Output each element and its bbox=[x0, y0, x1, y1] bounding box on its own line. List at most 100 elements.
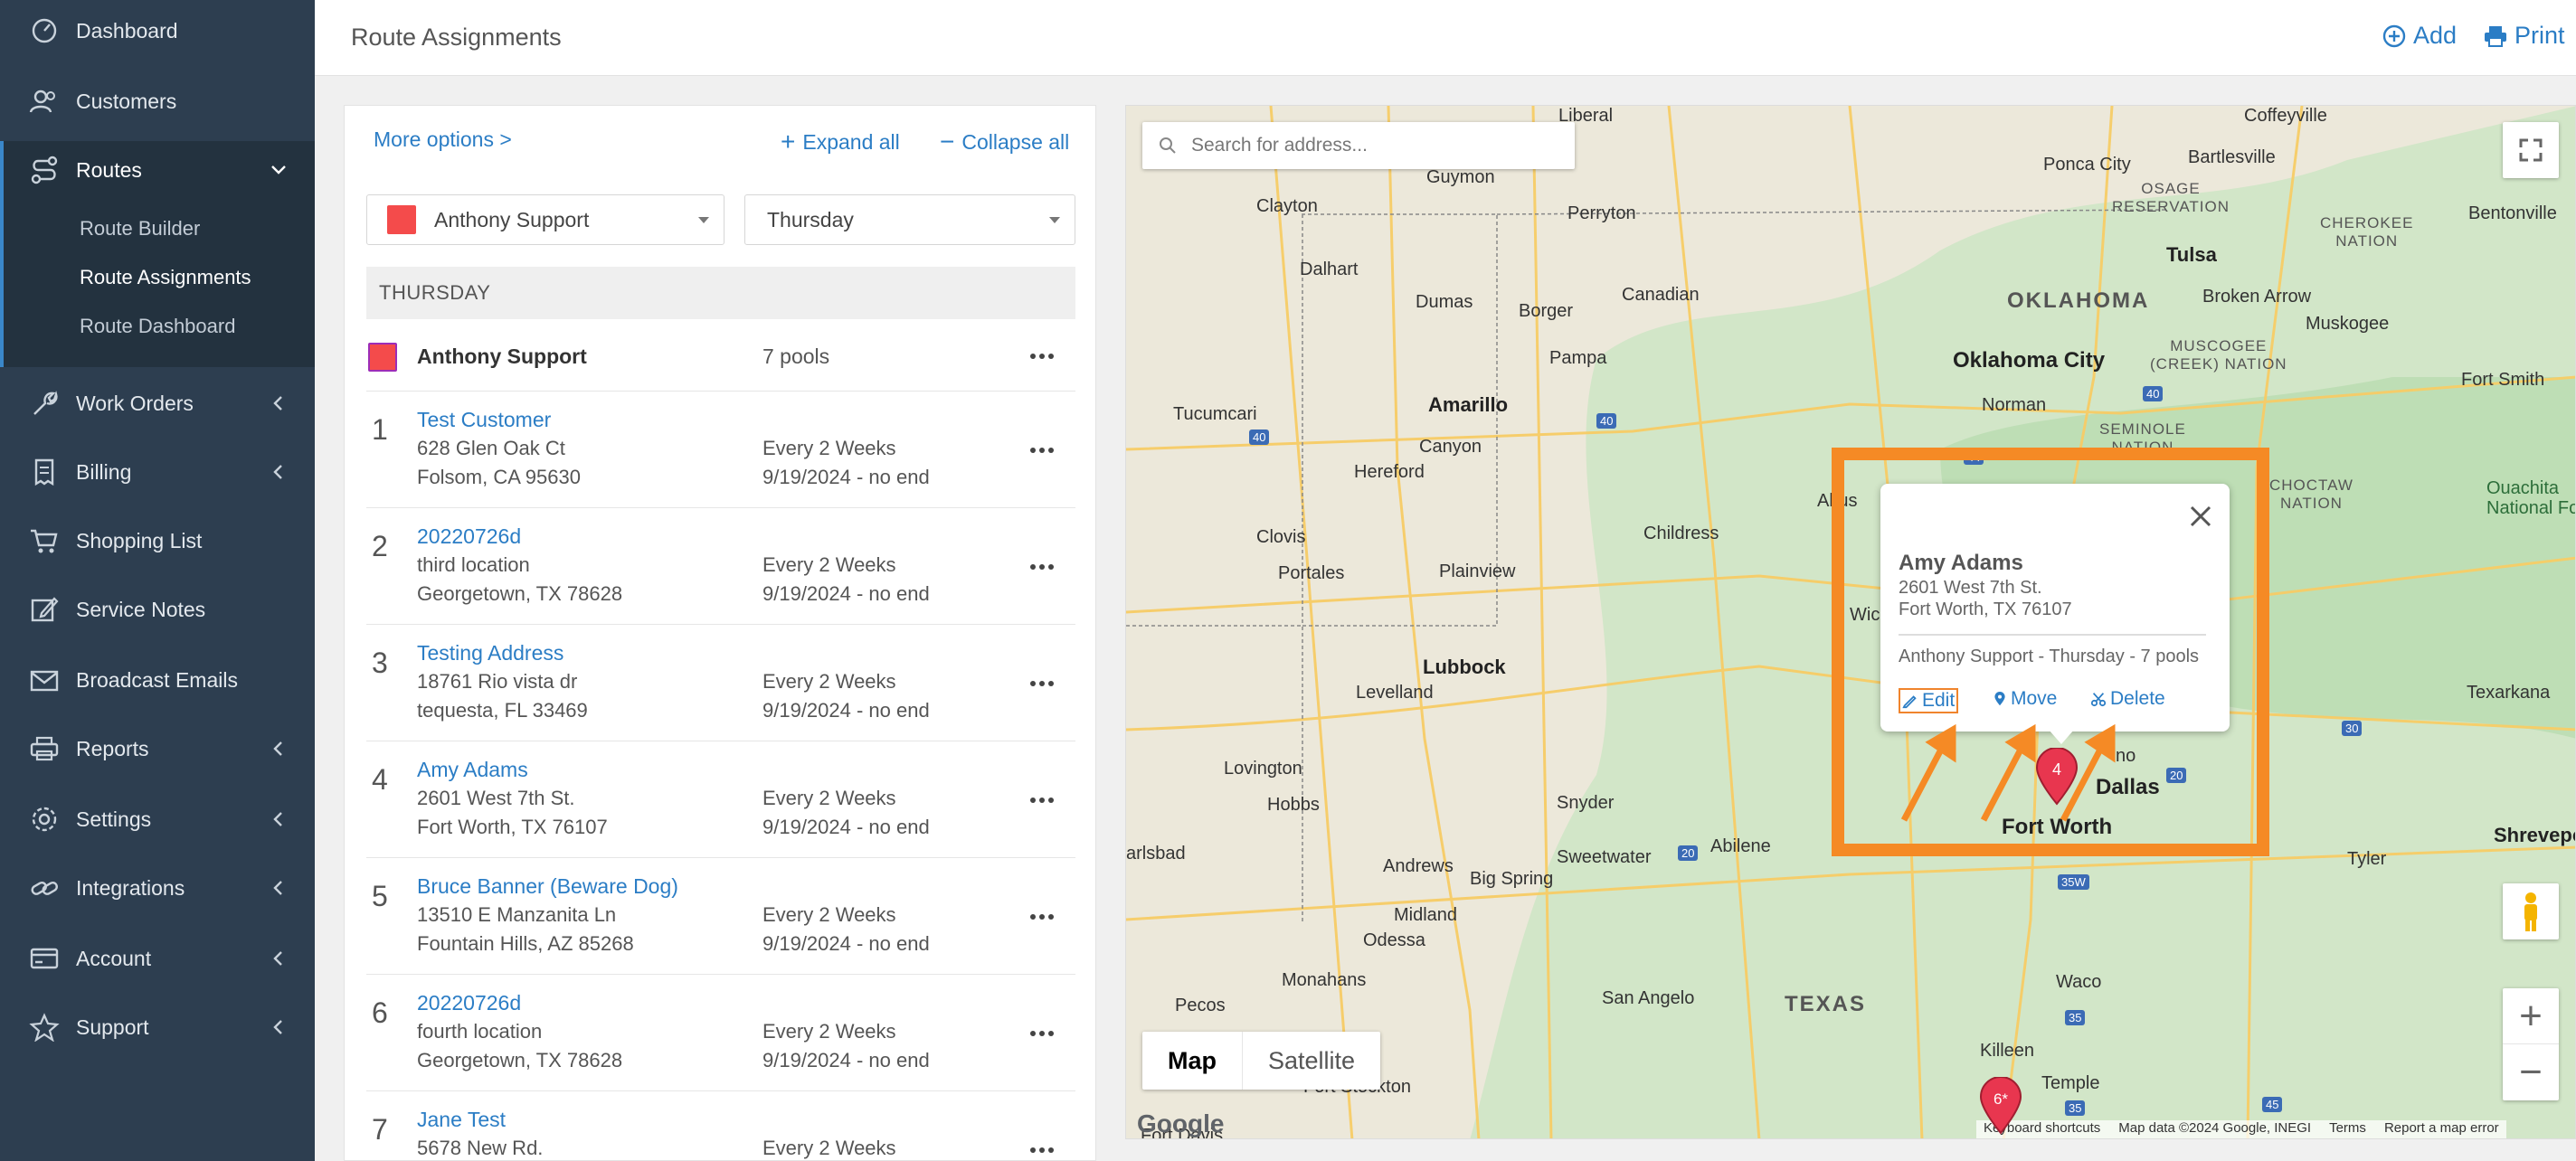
map-city-label: Lubbock bbox=[1423, 656, 1506, 678]
map-city-label: Muskogee bbox=[2306, 314, 2390, 334]
sidebar-subitem-route-assignments[interactable]: Route Assignments bbox=[80, 266, 251, 289]
technician-select-value: Anthony Support bbox=[434, 207, 590, 231]
map-city-label: Dalhart bbox=[1300, 260, 1359, 279]
map-city-label: Waco bbox=[2056, 972, 2102, 992]
expand-all-button[interactable]: + Expand all bbox=[781, 127, 900, 156]
customer-name-link[interactable]: 20220726d bbox=[417, 991, 521, 1015]
sidebar-item-integrations[interactable]: Integrations bbox=[0, 861, 315, 915]
sidebar-item-label: Integrations bbox=[76, 875, 185, 900]
map-city-label: Amarillo bbox=[1428, 393, 1509, 416]
sidebar-item-support[interactable]: Support bbox=[0, 1000, 315, 1054]
sidebar-item-reports[interactable]: Reports bbox=[0, 722, 315, 776]
sidebar-item-broadcast-emails[interactable]: Broadcast Emails bbox=[0, 653, 315, 707]
customer-name-link[interactable]: Jane Test bbox=[417, 1108, 506, 1132]
stop-number: 1 bbox=[372, 413, 388, 446]
address-search-input[interactable]: Search for address... bbox=[1142, 122, 1575, 169]
more-options-icon[interactable] bbox=[1030, 914, 1054, 920]
print-button-label: Print bbox=[2514, 22, 2565, 49]
sidebar-item-account[interactable]: Account bbox=[0, 931, 315, 986]
date-range: 9/19/2024 - no end bbox=[762, 466, 930, 488]
route-stop-row[interactable]: 6 20220726d fourth location Georgetown, … bbox=[366, 975, 1075, 1091]
map-city-label: Borger bbox=[1519, 301, 1574, 321]
chevron-left-icon bbox=[273, 465, 282, 479]
terms-link[interactable]: Terms bbox=[2329, 1120, 2366, 1138]
map-city-label: Tucumcari bbox=[1173, 404, 1257, 424]
sidebar-item-billing[interactable]: Billing bbox=[0, 445, 315, 499]
collapse-all-button[interactable]: − Collapse all bbox=[940, 127, 1069, 156]
chevron-left-icon bbox=[273, 741, 282, 756]
route-map[interactable]: Liberal Guymon Clayton Perryton Dalhart … bbox=[1125, 105, 2576, 1139]
route-stop-row[interactable]: 5 Bruce Banner (Beware Dog) 13510 E Manz… bbox=[366, 858, 1075, 975]
technician-row[interactable]: Anthony Support 7 pools bbox=[366, 319, 1075, 392]
report-error-link[interactable]: Report a map error bbox=[2384, 1120, 2499, 1138]
sidebar-item-settings[interactable]: Settings bbox=[0, 792, 315, 846]
more-options-link[interactable]: More options > bbox=[374, 127, 512, 152]
route-stop-row[interactable]: 1 Test Customer 628 Glen Oak Ct Folsom, … bbox=[366, 392, 1075, 508]
fullscreen-button[interactable] bbox=[2503, 122, 2559, 178]
map-attribution: Keyboard shortcuts Map data ©2024 Google… bbox=[1976, 1120, 2506, 1138]
chevron-left-icon bbox=[273, 951, 282, 966]
dashboard-icon bbox=[32, 18, 57, 43]
tech-color-swatch bbox=[387, 205, 416, 234]
sidebar-item-service-notes[interactable]: Service Notes bbox=[0, 582, 315, 637]
chevron-left-icon bbox=[273, 396, 282, 411]
sidebar-item-dashboard[interactable]: Dashboard bbox=[0, 4, 315, 58]
more-options-icon[interactable] bbox=[1030, 448, 1054, 453]
customer-name-link[interactable]: Testing Address bbox=[417, 641, 564, 665]
stop-number: 7 bbox=[372, 1113, 388, 1146]
more-options-icon[interactable] bbox=[1030, 564, 1054, 570]
credit-card-icon bbox=[30, 948, 59, 969]
zoom-out-button[interactable]: − bbox=[2503, 1044, 2559, 1100]
map-city-label: Dumas bbox=[1416, 292, 1473, 312]
sidebar-item-routes[interactable]: Routes bbox=[0, 143, 315, 197]
customer-name-link[interactable]: 20220726d bbox=[417, 524, 521, 549]
more-options-icon[interactable] bbox=[1030, 1031, 1054, 1036]
customer-name-link[interactable]: Test Customer bbox=[417, 408, 551, 432]
street-view-button[interactable] bbox=[2503, 883, 2559, 939]
map-city-label: Texarkana bbox=[2467, 683, 2551, 703]
route-stop-row[interactable]: 3 Testing Address 18761 Rio vista dr teq… bbox=[366, 625, 1075, 741]
route-stop-row[interactable]: 2 20220726d third location Georgetown, T… bbox=[366, 508, 1075, 625]
date-range: 9/19/2024 - no end bbox=[762, 932, 930, 955]
sidebar-subitem-route-builder[interactable]: Route Builder bbox=[80, 217, 200, 241]
sidebar-item-shopping-list[interactable]: Shopping List bbox=[0, 514, 315, 568]
sidebar-subitem-route-dashboard[interactable]: Route Dashboard bbox=[80, 315, 235, 338]
map-marker-pin[interactable]: 6* bbox=[1978, 1077, 2023, 1135]
print-button[interactable]: Print bbox=[2484, 22, 2565, 50]
day-select[interactable]: Thursday bbox=[744, 194, 1075, 245]
sidebar-item-customers[interactable]: Customers bbox=[0, 74, 315, 128]
date-range: 9/19/2024 - no end bbox=[762, 699, 930, 722]
more-options-icon[interactable] bbox=[1030, 798, 1054, 803]
customer-name-link[interactable]: Amy Adams bbox=[417, 758, 528, 782]
map-city-label: Bentonville bbox=[2468, 203, 2557, 223]
sidebar-item-work-orders[interactable]: Work Orders bbox=[0, 376, 315, 430]
tech-color-swatch bbox=[368, 343, 397, 372]
map-city-label: Lovington bbox=[1224, 759, 1302, 779]
date-range: 9/19/2024 - no end bbox=[762, 582, 930, 605]
technician-select[interactable]: Anthony Support bbox=[366, 194, 724, 245]
day-select-value: Thursday bbox=[767, 207, 854, 231]
more-options-icon[interactable] bbox=[1030, 1147, 1054, 1153]
address-line1: 5678 New Rd. bbox=[417, 1137, 544, 1159]
add-button[interactable]: Add bbox=[2382, 22, 2457, 50]
pegman-icon bbox=[2524, 892, 2537, 931]
customer-name-link[interactable]: Bruce Banner (Beware Dog) bbox=[417, 874, 678, 899]
zoom-in-button[interactable]: + bbox=[2503, 988, 2559, 1044]
map-city-label: Coffeyville bbox=[2244, 106, 2327, 126]
route-stop-row[interactable]: 4 Amy Adams 2601 West 7th St. Fort Worth… bbox=[366, 741, 1075, 858]
satellite-view-button[interactable]: Satellite bbox=[1243, 1032, 1380, 1090]
route-stop-row[interactable]: 7 Jane Test 5678 New Rd. Every 2 Weeks bbox=[366, 1091, 1075, 1160]
frequency: Every 2 Weeks bbox=[762, 553, 896, 576]
technician-name: Anthony Support bbox=[417, 345, 587, 368]
routes-submenu: Routes Route Builder Route Assignments R… bbox=[0, 141, 315, 367]
page-header: Route Assignments Add Print bbox=[315, 0, 2576, 76]
stop-number: 4 bbox=[372, 763, 388, 796]
more-options-icon[interactable] bbox=[1030, 354, 1054, 359]
cart-icon bbox=[31, 529, 58, 553]
map-city-label: Pampa bbox=[1549, 348, 1607, 368]
more-options-icon[interactable] bbox=[1030, 681, 1054, 686]
address-line2: Fort Worth, TX 76107 bbox=[417, 816, 608, 838]
map-city-label: Tulsa bbox=[2166, 243, 2217, 266]
map-city-label: Snyder bbox=[1557, 793, 1615, 813]
map-view-button[interactable]: Map bbox=[1142, 1032, 1243, 1090]
